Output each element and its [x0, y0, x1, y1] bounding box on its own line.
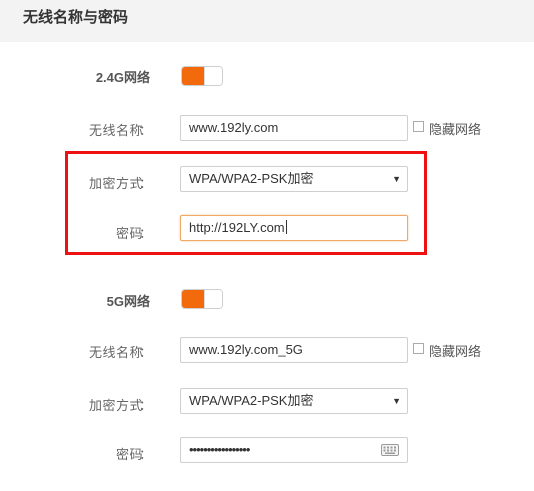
hide-network-label-5g: 隐藏网络 [429, 344, 482, 359]
toggle-on-fill [182, 290, 204, 308]
security-select-value-5g: WPA/WPA2-PSK加密 [189, 393, 314, 408]
toggle-24g[interactable] [181, 66, 223, 86]
hide-network-checkbox-24g[interactable] [413, 121, 424, 132]
toggle-knob [204, 290, 222, 308]
section-label-5g: 5G网络 [106, 294, 150, 309]
ssid-input-5g[interactable]: www.192ly.com_5G [180, 337, 408, 363]
ssid-input-24g[interactable]: www.192ly.com [180, 115, 408, 141]
page-title: 无线名称与密码 [23, 9, 129, 26]
security-label-5g: 加密方式 [88, 398, 143, 413]
ssid-label-24g: 无线名称 [88, 123, 143, 138]
page-header: 无线名称与密码 [0, 0, 534, 42]
keyboard-icon[interactable] [381, 444, 399, 456]
chevron-down-icon: ▼ [392, 396, 401, 406]
colon: ： [139, 447, 153, 462]
page: 无线名称与密码 2.4G网络 无线名称 ： www.192ly.com 隐藏网络… [0, 0, 534, 491]
section-label-24g: 2.4G网络 [95, 70, 150, 85]
hide-network-checkbox-5g[interactable] [413, 343, 424, 354]
colon: ： [139, 345, 153, 360]
colon: ： [139, 398, 153, 413]
password-masked-5g: ••••••••••••••••• [189, 442, 250, 457]
toggle-knob [204, 67, 222, 85]
ssid-label-5g: 无线名称 [88, 345, 143, 360]
toggle-on-fill [182, 67, 204, 85]
highlight-annotation-box [65, 151, 427, 255]
toggle-5g[interactable] [181, 289, 223, 309]
password-label-5g: 密码 [115, 447, 143, 462]
hide-network-label-24g: 隐藏网络 [429, 122, 482, 137]
password-input-5g[interactable]: ••••••••••••••••• [180, 437, 408, 463]
security-select-5g[interactable]: WPA/WPA2-PSK加密 ▼ [180, 388, 408, 414]
colon: ： [139, 123, 153, 138]
